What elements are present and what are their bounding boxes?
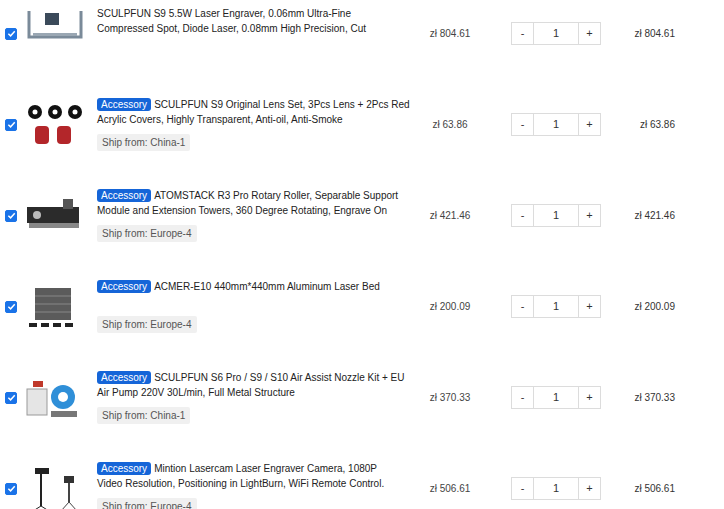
product-info: AccessoryATOMSTACK R3 Pro Rotary Roller,…	[97, 188, 419, 244]
accessory-badge: Accessory	[97, 371, 151, 384]
ship-from-tag: Ship from: Europe-4	[97, 316, 197, 333]
check-icon	[7, 302, 16, 311]
check-icon	[7, 211, 16, 220]
accessory-badge: Accessory	[97, 98, 151, 111]
decrease-button[interactable]: -	[512, 296, 534, 317]
accessory-badge: Accessory	[97, 189, 151, 202]
unit-price: zł 370.33	[419, 390, 481, 405]
row-checkbox[interactable]	[5, 28, 17, 40]
decrease-button[interactable]: -	[512, 23, 534, 44]
product-info: SCULPFUN S9 5.5W Laser Engraver, 0.06mm …	[97, 6, 419, 62]
increase-button[interactable]: +	[578, 23, 600, 44]
rotary-roller-image	[23, 193, 87, 239]
increase-button[interactable]: +	[578, 478, 600, 499]
cart-list: SCULPFUN S9 5.5W Laser Engraver, 0.06mm …	[0, 0, 724, 509]
quantity-input[interactable]: 1	[534, 296, 578, 317]
cart-row: AccessorySCULPFUN S6 Pro / S9 / S10 Air …	[0, 352, 724, 443]
row-checkbox[interactable]	[5, 301, 17, 313]
ship-from-tag: Ship from: Europe-4	[97, 498, 197, 509]
check-icon	[7, 393, 16, 402]
quantity-input[interactable]: 1	[534, 387, 578, 408]
check-icon	[7, 29, 16, 38]
quantity-input[interactable]: 1	[534, 114, 578, 135]
product-title[interactable]: AccessorySCULPFUN S9 Original Lens Set, …	[97, 97, 419, 127]
increase-button[interactable]: +	[578, 205, 600, 226]
ship-from-tag: Ship from: China-1	[97, 407, 190, 424]
cart-row: AccessoryACMER-E10 440mm*440mm Aluminum …	[0, 261, 724, 352]
check-icon	[7, 484, 16, 493]
increase-button[interactable]: +	[578, 296, 600, 317]
quantity-stepper: -1+	[511, 204, 601, 227]
product-title[interactable]: SCULPFUN S9 5.5W Laser Engraver, 0.06mm …	[97, 6, 419, 36]
cart-row: AccessorySCULPFUN S9 Original Lens Set, …	[0, 79, 724, 170]
cart-row: AccessoryATOMSTACK R3 Pro Rotary Roller,…	[0, 170, 724, 261]
decrease-button[interactable]: -	[512, 205, 534, 226]
unit-price: zł 506.61	[419, 481, 481, 496]
product-info: AccessoryACMER-E10 440mm*440mm Aluminum …	[97, 279, 419, 335]
row-total: zł 200.09	[601, 299, 675, 314]
row-total: zł 63.86	[601, 117, 675, 132]
product-info: AccessorySCULPFUN S9 Original Lens Set, …	[97, 97, 419, 153]
row-total: zł 506.61	[601, 481, 675, 496]
ship-from-tag: Ship from: China-1	[97, 134, 190, 151]
decrease-button[interactable]: -	[512, 387, 534, 408]
product-info: AccessorySCULPFUN S6 Pro / S9 / S10 Air …	[97, 370, 419, 426]
decrease-button[interactable]: -	[512, 478, 534, 499]
ship-from-tag: Ship from: Europe-4	[97, 225, 197, 242]
unit-price: zł 804.61	[419, 26, 481, 41]
row-total: zł 804.61	[601, 26, 675, 41]
quantity-stepper: -1+	[511, 386, 601, 409]
product-info: AccessoryMintion Lasercam Laser Engraver…	[97, 461, 419, 509]
accessory-badge: Accessory	[97, 280, 151, 293]
decrease-button[interactable]: -	[512, 114, 534, 135]
quantity-stepper: -1+	[511, 113, 601, 136]
air-assist-image	[23, 375, 87, 421]
product-title[interactable]: AccessoryACMER-E10 440mm*440mm Aluminum …	[97, 279, 419, 294]
increase-button[interactable]: +	[578, 387, 600, 408]
product-image[interactable]	[23, 375, 87, 421]
unit-price: zł 200.09	[419, 299, 481, 314]
laser-engraver-image	[23, 11, 87, 57]
accessory-badge: Accessory	[97, 462, 151, 475]
row-total: zł 370.33	[601, 390, 675, 405]
product-image[interactable]	[23, 11, 87, 57]
cart-row: AccessoryMintion Lasercam Laser Engraver…	[0, 443, 724, 509]
row-total: zł 421.46	[601, 208, 675, 223]
laser-bed-image	[23, 284, 87, 330]
product-title[interactable]: AccessoryMintion Lasercam Laser Engraver…	[97, 461, 419, 491]
quantity-input[interactable]: 1	[534, 23, 578, 44]
product-title[interactable]: AccessorySCULPFUN S6 Pro / S9 / S10 Air …	[97, 370, 419, 400]
cart-page: SCULPFUN S9 5.5W Laser Engraver, 0.06mm …	[0, 0, 724, 509]
quantity-stepper: -1+	[511, 477, 601, 500]
product-image[interactable]	[23, 284, 87, 330]
camera-image	[23, 466, 87, 509]
quantity-stepper: -1+	[511, 22, 601, 45]
quantity-input[interactable]: 1	[534, 478, 578, 499]
product-image[interactable]	[23, 466, 87, 509]
row-checkbox[interactable]	[5, 119, 17, 131]
product-image[interactable]	[23, 193, 87, 239]
lens-set-image	[23, 102, 87, 148]
product-title[interactable]: AccessoryATOMSTACK R3 Pro Rotary Roller,…	[97, 188, 419, 218]
quantity-stepper: -1+	[511, 295, 601, 318]
increase-button[interactable]: +	[578, 114, 600, 135]
cart-row: SCULPFUN S9 5.5W Laser Engraver, 0.06mm …	[0, 0, 724, 79]
check-icon	[7, 120, 16, 129]
row-checkbox[interactable]	[5, 392, 17, 404]
row-checkbox[interactable]	[5, 483, 17, 495]
unit-price: zł 63.86	[419, 117, 481, 132]
unit-price: zł 421.46	[419, 208, 481, 223]
quantity-input[interactable]: 1	[534, 205, 578, 226]
row-checkbox[interactable]	[5, 210, 17, 222]
product-image[interactable]	[23, 102, 87, 148]
